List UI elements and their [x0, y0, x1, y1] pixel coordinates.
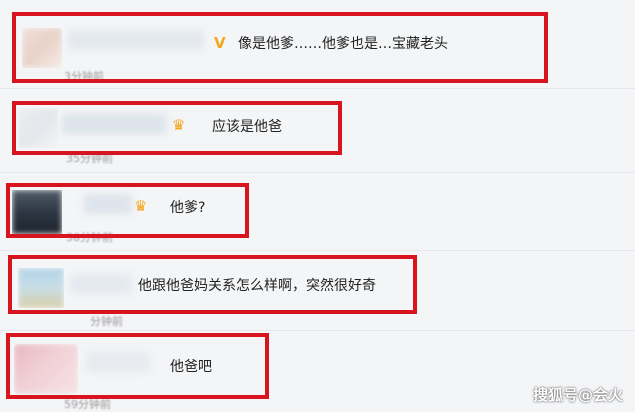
divider [0, 88, 635, 89]
comment-time: 分钟前 [90, 315, 123, 328]
highlight-box [6, 183, 249, 238]
highlight-box [12, 12, 548, 83]
highlight-box [8, 255, 417, 314]
divider [0, 172, 635, 173]
watermark: 搜狐号@会火 [532, 386, 623, 404]
divider [0, 250, 635, 251]
highlight-box [12, 101, 342, 155]
highlight-box [6, 333, 269, 399]
divider [0, 330, 635, 331]
